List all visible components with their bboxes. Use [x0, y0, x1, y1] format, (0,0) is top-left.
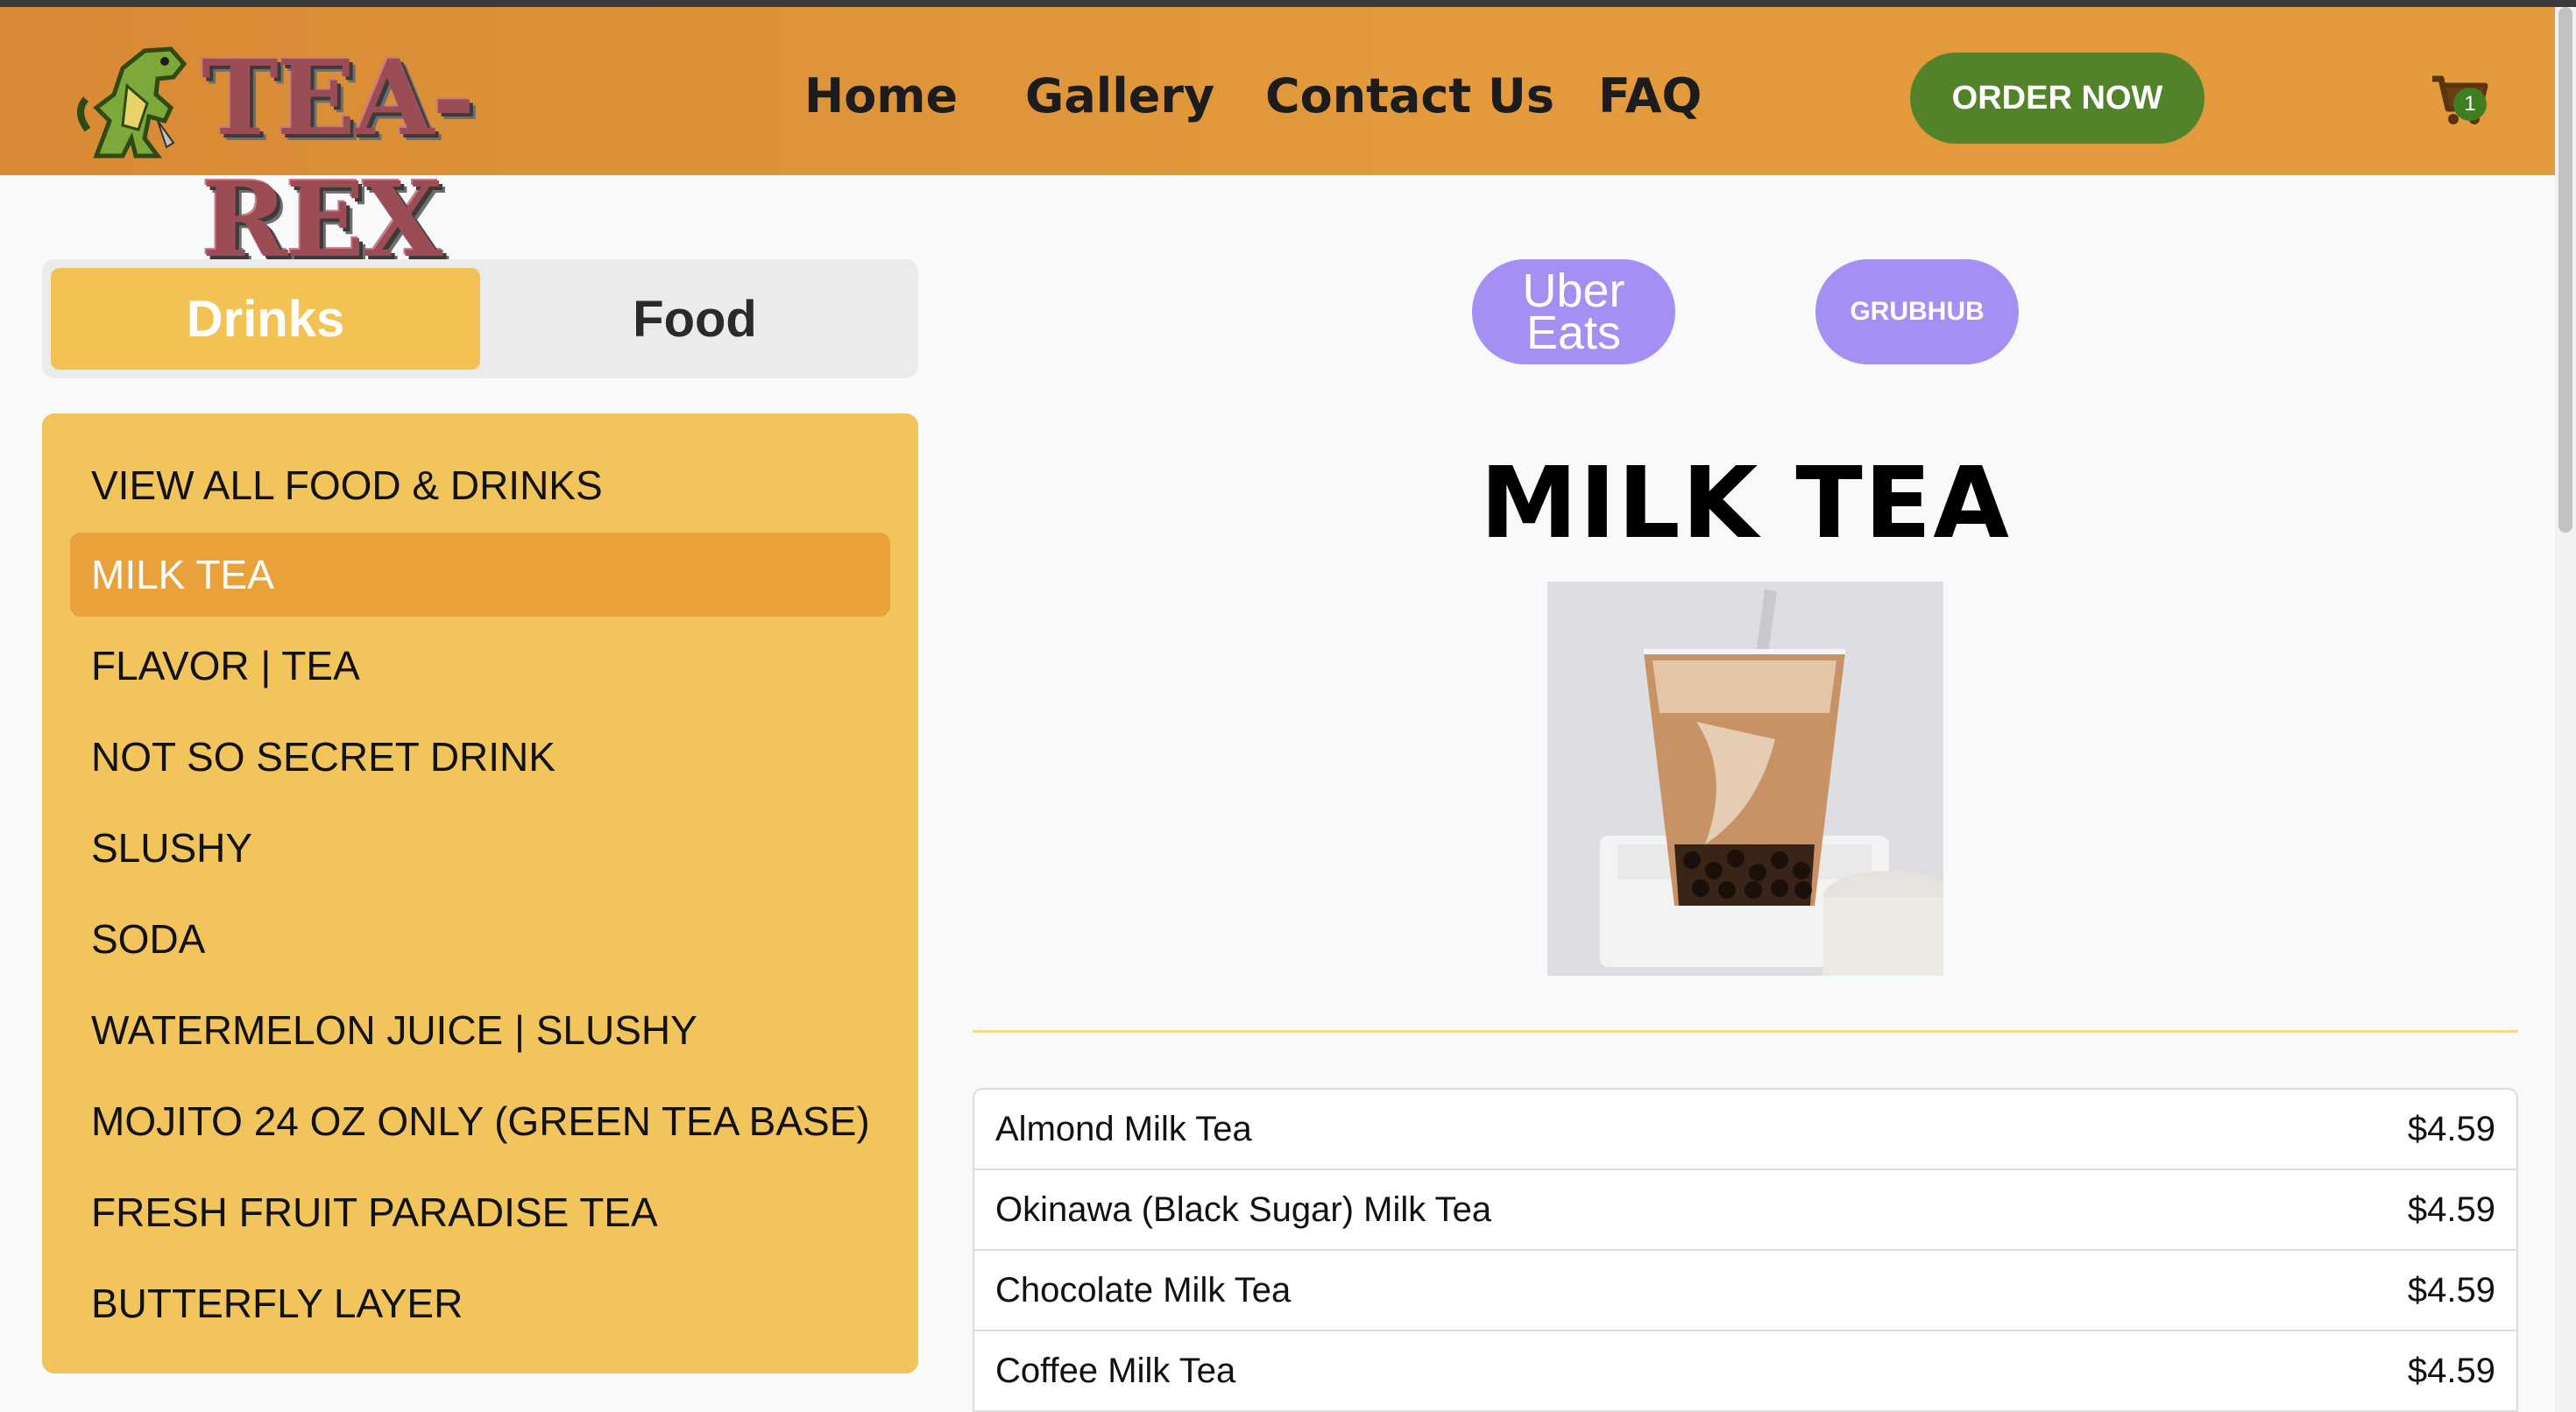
item-name: Almond Milk Tea — [995, 1109, 1252, 1148]
window-top-border — [0, 0, 2576, 7]
menu-item-watermelon[interactable]: WATERMELON JUICE | SLUSHY — [70, 988, 890, 1072]
item-price: $4.59 — [2407, 1109, 2495, 1148]
site-logo[interactable]: TEA-REX — [61, 25, 570, 280]
price-list: Almond Milk Tea $4.59 Okinawa (Black Sug… — [973, 1088, 2518, 1412]
price-row[interactable]: Okinawa (Black Sugar) Milk Tea $4.59 — [974, 1170, 2516, 1251]
menu-item-milk-tea[interactable]: MILK TEA — [70, 533, 890, 617]
menu-item-mojito[interactable]: MOJITO 24 OZ ONLY (GREEN TEA BASE) — [70, 1079, 890, 1163]
menu-item-soda[interactable]: SODA — [70, 897, 890, 981]
order-now-button[interactable]: ORDER NOW — [1910, 53, 2204, 144]
boba-cup-image — [1547, 582, 1943, 976]
uber-eats-button[interactable]: Uber Eats — [1472, 259, 1675, 364]
drinks-menu: VIEW ALL FOOD & DRINKS MILK TEA FLAVOR |… — [42, 413, 918, 1373]
section-divider — [973, 1030, 2518, 1033]
price-row[interactable]: Chocolate Milk Tea $4.59 — [974, 1251, 2516, 1331]
milk-tea-photo — [1547, 582, 1943, 976]
tab-food[interactable]: Food — [480, 268, 909, 370]
uber-eats-line1: Uber — [1522, 265, 1625, 317]
price-row[interactable]: Almond Milk Tea $4.59 — [974, 1090, 2516, 1170]
nav-gallery[interactable]: Gallery — [1025, 68, 1214, 124]
section-title: MILK TEA — [1480, 447, 2011, 561]
item-price: $4.59 — [2407, 1190, 2495, 1229]
item-name: Coffee Milk Tea — [995, 1351, 1236, 1390]
menu-item-flavor-tea[interactable]: FLAVOR | TEA — [70, 624, 890, 708]
menu-item-slushy[interactable]: SLUSHY — [70, 806, 890, 890]
item-price: $4.59 — [2407, 1351, 2495, 1390]
category-tabs: Drinks Food — [42, 259, 918, 378]
price-row[interactable]: Coffee Milk Tea $4.59 — [974, 1331, 2516, 1412]
item-price: $4.59 — [2407, 1270, 2495, 1310]
menu-item-fresh-fruit[interactable]: FRESH FRUIT PARADISE TEA — [70, 1170, 890, 1254]
uber-eats-line2: Eats — [1525, 307, 1622, 359]
logo-wordmark: TEA-REX — [202, 37, 475, 280]
menu-item-view-all[interactable]: VIEW ALL FOOD & DRINKS — [70, 443, 890, 527]
page-scrollbar[interactable] — [2555, 7, 2576, 1412]
nav-faq[interactable]: FAQ — [1598, 68, 1702, 124]
scrollbar-thumb[interactable] — [2558, 7, 2572, 533]
site-header: TEA-REX Home Gallery Contact Us FAQ ORDE… — [0, 7, 2576, 280]
grubhub-button[interactable]: GRUBHUB — [1815, 259, 2019, 364]
menu-item-butterfly-layer[interactable]: BUTTERFLY LAYER — [70, 1261, 890, 1345]
cart-count-badge: 1 — [2453, 88, 2487, 121]
nav-home[interactable]: Home — [804, 68, 958, 124]
nav-contact-us[interactable]: Contact Us — [1265, 68, 1554, 124]
dinosaur-logo-icon — [77, 46, 188, 159]
item-name: Okinawa (Black Sugar) Milk Tea — [995, 1190, 1492, 1229]
menu-item-not-so-secret-drink[interactable]: NOT SO SECRET DRINK — [70, 715, 890, 799]
item-name: Chocolate Milk Tea — [995, 1270, 1292, 1310]
tab-drinks[interactable]: Drinks — [51, 268, 480, 370]
